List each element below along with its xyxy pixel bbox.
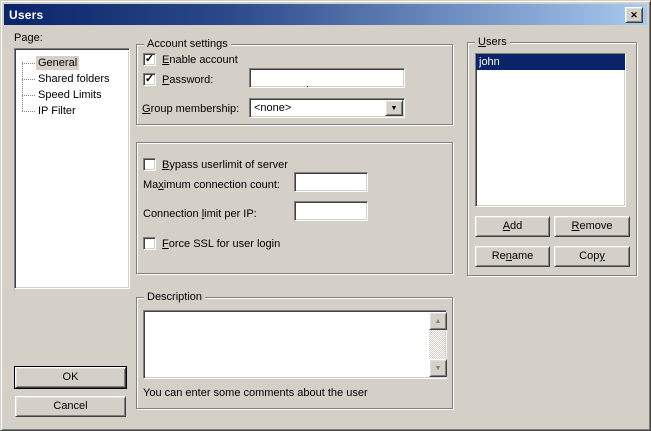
tree-item-shared-folders[interactable]: Shared folders (15, 71, 112, 87)
add-user-button-label: Add (503, 221, 523, 232)
force-ssl-label: Force SSL for user login (162, 238, 280, 251)
password-checkbox[interactable]: ✓ (143, 73, 156, 86)
group-membership-value: <none> (254, 102, 291, 115)
max-connection-count-label: Maximum connection count: (143, 179, 280, 192)
users-listbox[interactable]: john (475, 53, 626, 207)
text-caret (307, 86, 308, 88)
close-button[interactable]: ✕ (625, 7, 643, 23)
description-scrollbar[interactable]: ▲ ▼ (429, 312, 445, 377)
group-membership-select[interactable]: <none> ▼ (249, 98, 405, 118)
title-bar[interactable]: Users ✕ (4, 4, 647, 25)
close-icon: ✕ (630, 11, 638, 20)
password-label: Password: (162, 74, 213, 87)
rename-user-button[interactable]: Rename (475, 246, 550, 267)
ok-button-label: OK (63, 372, 79, 383)
description-textarea[interactable]: ▲ ▼ (143, 310, 447, 379)
copy-user-button-label: Copy (579, 251, 605, 262)
scroll-up-icon: ▲ (435, 318, 442, 325)
tree-connector (22, 86, 35, 96)
scroll-up-button[interactable]: ▲ (429, 312, 447, 330)
enable-account-label: Enable account (162, 54, 238, 67)
password-masked-value: ●●●●●● (267, 87, 306, 88)
user-list-item[interactable]: john (476, 54, 625, 70)
tree-item-label: Shared folders (36, 72, 112, 86)
remove-user-button[interactable]: Remove (554, 216, 630, 237)
tree-item-general[interactable]: General (15, 55, 79, 71)
cancel-button[interactable]: Cancel (15, 396, 126, 417)
checkmark-icon: ✓ (145, 54, 154, 65)
account-settings-group-title: Account settings (144, 38, 231, 51)
group-membership-label: Group membership: (142, 103, 239, 116)
tree-connector (22, 70, 35, 80)
bypass-userlimit-label: Bypass userlimit of server (162, 159, 288, 172)
enable-account-checkbox[interactable]: ✓ (143, 53, 156, 66)
password-input[interactable]: ●●●●●● (249, 68, 405, 88)
tree-item-speed-limits[interactable]: Speed Limits (15, 87, 104, 103)
tree-item-label: General (36, 56, 79, 70)
ok-button[interactable]: OK (15, 367, 126, 388)
window-title: Users (4, 8, 43, 22)
tree-item-ip-filter[interactable]: IP Filter (15, 103, 78, 119)
page-tree[interactable]: General Shared folders Speed Limits IP F… (14, 48, 130, 289)
page-panel-label: Page: (14, 32, 43, 45)
description-hint: You can enter some comments about the us… (143, 387, 368, 400)
connection-limit-per-ip-label: Connection limit per IP: (143, 208, 257, 221)
dropdown-button[interactable]: ▼ (385, 100, 403, 116)
tree-item-label: IP Filter (36, 104, 78, 118)
max-connection-count-value: 0 (310, 190, 316, 192)
tree-item-label: Speed Limits (36, 88, 104, 102)
users-dialog: Users ✕ Page: General Shared folders Spe… (0, 0, 651, 431)
connection-limit-per-ip-value: 0 (310, 219, 316, 221)
add-user-button[interactable]: Add (475, 216, 550, 237)
scroll-down-button[interactable]: ▼ (429, 359, 447, 377)
tree-connector (22, 54, 35, 64)
remove-user-button-label: Remove (572, 221, 613, 232)
checkmark-icon: ✓ (145, 74, 154, 85)
description-group-title: Description (144, 291, 205, 304)
rename-user-button-label: Rename (492, 251, 534, 262)
max-connection-count-input[interactable]: 0 (294, 172, 368, 192)
tree-connector (22, 102, 35, 112)
users-group-title: Users (475, 36, 510, 49)
chevron-down-icon: ▼ (391, 105, 398, 112)
bypass-userlimit-checkbox[interactable]: ✓ (143, 158, 156, 171)
copy-user-button[interactable]: Copy (554, 246, 630, 267)
cancel-button-label: Cancel (53, 401, 87, 412)
scroll-down-icon: ▼ (435, 365, 442, 372)
connection-limit-per-ip-input[interactable]: 0 (294, 201, 368, 221)
force-ssl-checkbox[interactable]: ✓ (143, 237, 156, 250)
